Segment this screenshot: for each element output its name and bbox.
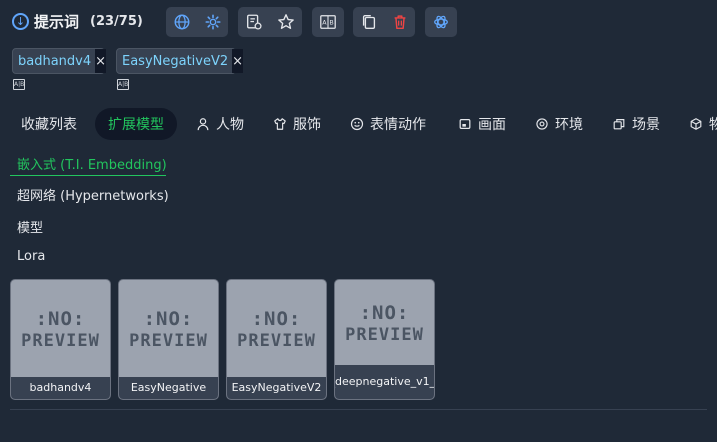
model-card-name: ng_deepnegative_v1_75t [335,365,434,399]
tab-label: 服饰 [293,117,321,133]
tab-label: 人物 [216,117,244,133]
translate-all-group: AB [312,7,344,37]
tab-image[interactable]: 画面 [458,108,506,140]
prompt-tag[interactable]: badhandv4 × [12,48,107,74]
prompt-count: (23/75) [90,14,143,29]
tab-label: 物 [709,117,717,133]
no-preview-image: :NO: PREVIEW [237,307,316,351]
category-tabs: 收藏列表 扩展模型 人物 服饰 表情动作 画面 环境 场景 物 [0,104,717,144]
no-preview-image: :NO: PREVIEW [345,301,424,345]
history-favorite-group [238,7,302,37]
model-card-name: badhandv4 [11,377,110,399]
person-icon [197,118,209,131]
tab-label: 场景 [632,117,660,133]
prompt-tag[interactable]: EasyNegativeV2 × [116,48,244,74]
model-card[interactable]: :NO: PREVIEW EasyNegative [118,279,219,400]
copy-icon[interactable] [358,11,380,33]
star-icon[interactable] [275,11,297,33]
shirt-icon [274,118,286,130]
trash-icon[interactable] [389,11,411,33]
subtab-hypernetworks[interactable]: 超网络 (Hypernetworks) [17,185,169,204]
frame-icon [459,119,471,129]
title-area[interactable]: ↓ 提示词 (23/75) [12,11,143,32]
model-card-name: EasyNegativeV2 [227,377,326,399]
tab-scene[interactable]: 场景 [612,108,660,140]
tag-label[interactable]: badhandv4 [13,54,95,69]
tab-character[interactable]: 人物 [196,108,244,140]
tag-translate-icon[interactable]: A|B [117,79,129,90]
tag-label[interactable]: EasyNegativeV2 [117,54,232,69]
prompt-panel: ↓ 提示词 (23/75) AB badhandv4 × A|B EasyNeg… [0,0,717,442]
close-icon[interactable]: × [95,49,107,73]
tab-label: 收藏列表 [21,117,77,133]
no-preview-image: :NO: PREVIEW [129,307,208,351]
collapse-arrow-icon[interactable]: ↓ [12,13,29,30]
tab-label: 扩展模型 [108,117,164,133]
divider [10,409,707,410]
history-list-icon[interactable] [243,11,265,33]
svg-text:B: B [329,20,333,27]
translate-icon[interactable]: AB [317,11,339,33]
target-icon [536,118,548,130]
settings-gear-icon[interactable] [202,11,224,33]
active-subtab-underline [10,175,166,176]
header: ↓ 提示词 (23/75) AB [0,0,717,44]
openai-icon[interactable] [430,11,452,33]
no-preview-image: :NO: PREVIEW [21,307,100,351]
translate-group [166,7,228,37]
globe-icon[interactable] [171,11,193,33]
model-card[interactable]: :NO: PREVIEW EasyNegativeV2 [226,279,327,400]
tab-environment[interactable]: 环境 [535,108,583,140]
tab-label: 环境 [555,117,583,133]
svg-text:A: A [322,20,327,27]
copy-icon [613,119,625,130]
tab-extra-models[interactable]: 扩展模型 [95,108,177,140]
subtab-embedding[interactable]: 嵌入式 (T.I. Embedding) [17,154,167,173]
model-card[interactable]: :NO: PREVIEW ng_deepnegative_v1_75t [334,279,435,400]
subtab-models[interactable]: 模型 [17,217,43,236]
tab-expression[interactable]: 表情动作 [350,108,426,140]
model-card-name: EasyNegative [119,377,218,399]
subtab-lora[interactable]: Lora [17,249,45,264]
panel-title: 提示词 [34,13,80,31]
tab-clothing[interactable]: 服饰 [273,108,321,140]
tab-favorites[interactable]: 收藏列表 [21,108,77,140]
close-icon[interactable]: × [232,49,244,73]
smile-icon [350,117,364,131]
tab-label: 表情动作 [370,117,426,133]
cube-icon [690,118,702,130]
openai-group [425,7,457,37]
tab-label: 画面 [478,117,506,133]
copy-delete-group [353,7,415,37]
tab-objects[interactable]: 物 [689,108,717,140]
tag-translate-icon[interactable]: A|B [13,79,25,90]
model-card[interactable]: :NO: PREVIEW badhandv4 [10,279,111,400]
